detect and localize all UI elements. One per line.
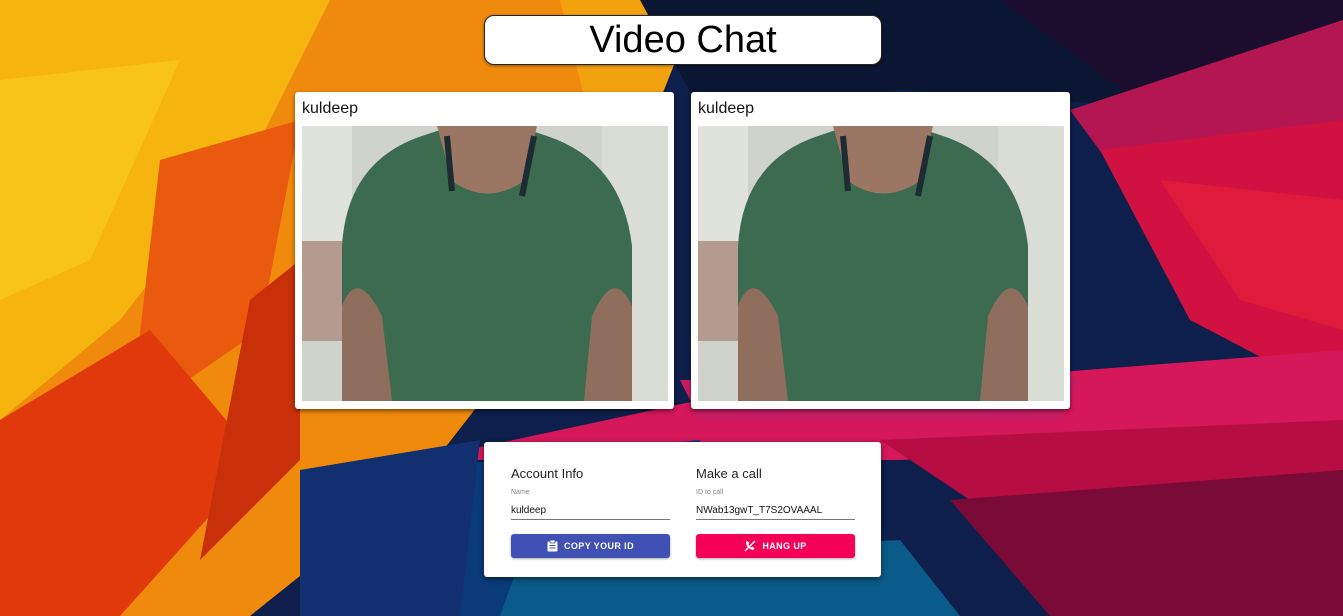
account-info-heading: Account Info xyxy=(511,466,584,481)
copy-id-button[interactable]: COPY YOUR ID xyxy=(511,534,670,558)
name-field[interactable] xyxy=(511,501,670,520)
my-video-feed xyxy=(302,126,668,401)
id-to-call-field[interactable] xyxy=(696,501,855,520)
remote-video-card: kuldeep xyxy=(691,92,1070,409)
hang-up-button[interactable]: HANG UP xyxy=(696,534,855,558)
clipboard-icon xyxy=(547,540,558,552)
my-video-name: kuldeep xyxy=(302,100,359,117)
copy-id-label: COPY YOUR ID xyxy=(564,541,634,551)
app-title: Video Chat xyxy=(484,15,882,65)
name-field-label: Name xyxy=(511,489,530,496)
options-panel: Account Info Name COPY YOUR ID Make a ca… xyxy=(484,442,881,577)
make-call-heading: Make a call xyxy=(696,466,762,481)
phone-disabled-icon xyxy=(744,540,756,552)
id-to-call-label: ID to call xyxy=(696,489,724,496)
remote-video-name: kuldeep xyxy=(698,100,755,117)
hang-up-label: HANG UP xyxy=(762,541,807,551)
remote-video-feed xyxy=(698,126,1064,401)
my-video-card: kuldeep xyxy=(295,92,674,409)
